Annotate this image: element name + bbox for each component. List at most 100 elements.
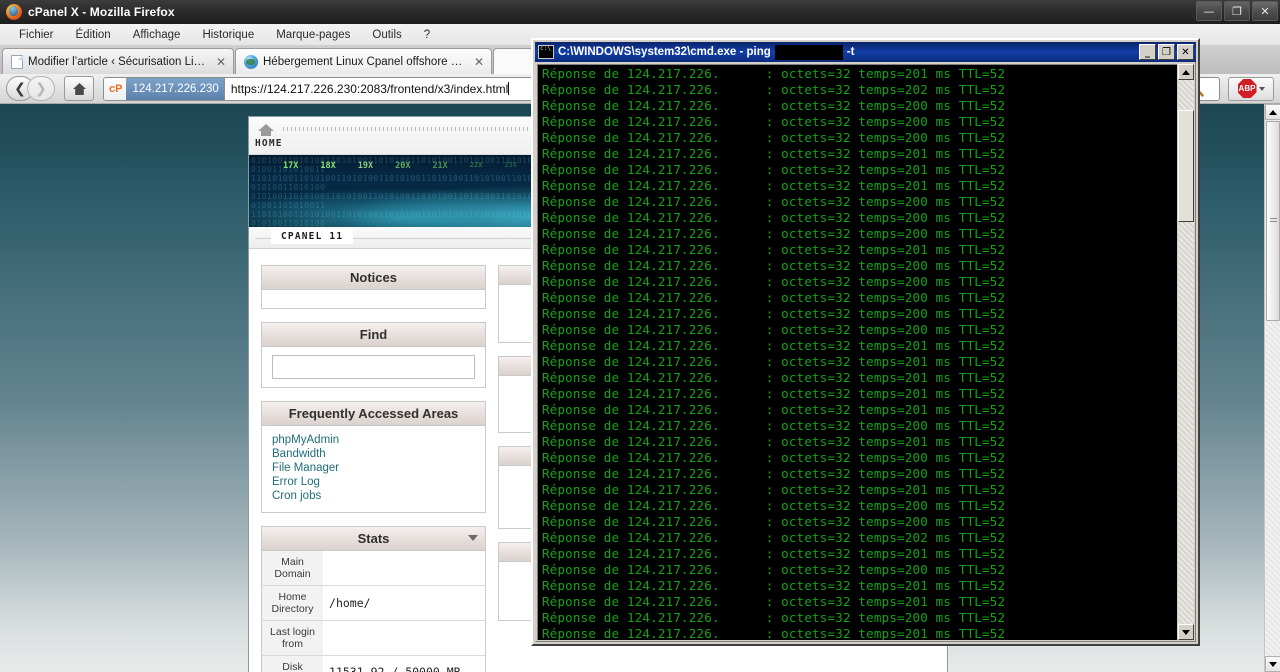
console-icon <box>538 45 554 59</box>
firefox-logo-icon <box>6 4 22 20</box>
cpanel-badge-icon: cP <box>104 78 126 100</box>
minimize-button[interactable]: — <box>1196 1 1222 21</box>
tab-label: Modifier l’article ‹ Sécurisation Linux … <box>28 56 209 68</box>
scrollbar-thumb[interactable] <box>1178 110 1194 222</box>
stats-box: Stats Main Domain Home Directory /home/ <box>261 526 486 672</box>
console-line: Réponse de 124.217.226.: octets=32 temps… <box>542 418 1177 434</box>
console-line: Réponse de 124.217.226.: octets=32 temps… <box>542 562 1177 578</box>
stats-label: Last login from <box>262 621 323 656</box>
menu-historique[interactable]: Historique <box>191 27 265 43</box>
stats-value <box>323 551 485 586</box>
table-row: Disk Space Usage 11531.92 / 50000 MB <box>262 656 485 672</box>
find-box: Find <box>261 322 486 388</box>
console-line: Réponse de 124.217.226.: octets=32 temps… <box>542 210 1177 226</box>
cmd-window-title: C:\WINDOWS\system32\cmd.exe - ping -t <box>558 45 854 60</box>
scroll-up-arrow-icon[interactable] <box>1265 104 1280 120</box>
cpanel-left-column: Notices Find Frequently Accessed Areas <box>261 265 486 672</box>
stats-title-label: Stats <box>358 531 390 546</box>
window-title: cPanel X - Mozilla Firefox <box>28 5 175 19</box>
menu-edition[interactable]: Édition <box>65 27 122 43</box>
menu-fichier[interactable]: Fichier <box>8 27 65 43</box>
console-line: Réponse de 124.217.226.: octets=32 temps… <box>542 402 1177 418</box>
stats-table: Main Domain Home Directory /home/ Last l… <box>262 551 485 672</box>
console-line: Réponse de 124.217.226.: octets=32 temps… <box>542 482 1177 498</box>
list-item[interactable]: phpMyAdmin <box>272 434 475 446</box>
link-file-manager[interactable]: File Manager <box>272 462 475 474</box>
close-icon[interactable]: ✕ <box>474 55 484 69</box>
scrollbar-grip <box>1270 218 1277 224</box>
cmd-window[interactable]: C:\WINDOWS\system32\cmd.exe - ping -t _ … <box>531 38 1200 646</box>
console-line: Réponse de 124.217.226.: octets=32 temps… <box>542 306 1177 322</box>
close-icon[interactable]: ✕ <box>216 55 226 69</box>
console-scrollbar[interactable] <box>1178 64 1194 640</box>
redacted-host-block <box>775 45 843 60</box>
chevron-down-icon[interactable] <box>1259 87 1265 91</box>
tab-cpanel-11[interactable]: CPANEL 11 <box>271 229 353 244</box>
url-input[interactable]: https://124.217.226.230:2083/frontend/x3… <box>225 82 509 96</box>
find-input[interactable] <box>272 355 475 379</box>
tab-hebergement-cpanel[interactable]: Hébergement Linux Cpanel offshore Shin..… <box>235 48 492 74</box>
console-line: Réponse de 124.217.226.: octets=32 temps… <box>542 354 1177 370</box>
page-scrollbar[interactable] <box>1264 104 1280 672</box>
notices-box: Notices <box>261 265 486 309</box>
find-title: Find <box>262 323 485 347</box>
list-item[interactable]: Error Log <box>272 476 475 488</box>
home-icon[interactable] <box>257 123 275 137</box>
scroll-down-arrow-icon[interactable] <box>1178 624 1194 640</box>
breadcrumb-home-label[interactable]: HOME <box>255 138 283 149</box>
scroll-up-arrow-icon[interactable] <box>1178 64 1194 80</box>
console-line: Réponse de 124.217.226.: octets=32 temps… <box>542 242 1177 258</box>
console-line: Réponse de 124.217.226.: octets=32 temps… <box>542 594 1177 610</box>
cmd-titlebar[interactable]: C:\WINDOWS\system32\cmd.exe - ping -t _ … <box>535 42 1196 62</box>
console-line: Réponse de 124.217.226.: octets=32 temps… <box>542 498 1177 514</box>
scroll-down-arrow-icon[interactable] <box>1265 656 1280 672</box>
link-phpmyadmin[interactable]: phpMyAdmin <box>272 434 475 446</box>
maximize-button[interactable]: ❐ <box>1158 44 1175 60</box>
site-identity-box[interactable]: cP 124.217.226.230 <box>104 78 225 100</box>
stats-value-cell: 11531.92 / 50000 MB <box>323 656 485 672</box>
link-cron-jobs[interactable]: Cron jobs <box>272 490 475 502</box>
list-item[interactable]: Cron jobs <box>272 490 475 502</box>
menu-affichage[interactable]: Affichage <box>122 27 192 43</box>
home-icon[interactable] <box>64 76 94 101</box>
close-button[interactable]: ✕ <box>1177 44 1194 60</box>
list-item[interactable]: Bandwidth <box>272 448 475 460</box>
frequently-accessed-box: Frequently Accessed Areas phpMyAdmin Ban… <box>261 401 486 513</box>
console-line: Réponse de 124.217.226.: octets=32 temps… <box>542 178 1177 194</box>
firefox-titlebar: cPanel X - Mozilla Firefox — ❐ ✕ <box>0 0 1280 24</box>
adblock-plus-button[interactable]: ABP <box>1228 77 1274 101</box>
find-body <box>262 347 485 387</box>
link-bandwidth[interactable]: Bandwidth <box>272 448 475 460</box>
list-item[interactable]: File Manager <box>272 462 475 474</box>
menu-marque-pages[interactable]: Marque-pages <box>265 27 361 43</box>
console-line: Réponse de 124.217.226.: octets=32 temps… <box>542 610 1177 626</box>
menu-outils[interactable]: Outils <box>361 27 412 43</box>
close-button[interactable]: ✕ <box>1252 1 1278 21</box>
chevron-down-icon[interactable] <box>468 535 478 541</box>
scrollbar-thumb[interactable] <box>1266 121 1280 321</box>
maximize-button[interactable]: ❐ <box>1224 1 1250 21</box>
console-line: Réponse de 124.217.226.: octets=32 temps… <box>542 82 1177 98</box>
tab-label: Hébergement Linux Cpanel offshore Shin..… <box>263 56 467 68</box>
banner-number: 17X <box>283 161 298 171</box>
stats-label: Main Domain <box>262 551 323 586</box>
banner-numbers: 17X 18X 19X 20X 21X 22X 23X 24X <box>283 161 552 171</box>
minimize-button[interactable]: _ <box>1139 44 1156 60</box>
console-line: Réponse de 124.217.226.: octets=32 temps… <box>542 578 1177 594</box>
link-error-log[interactable]: Error Log <box>272 476 475 488</box>
cmd-title-suffix: -t <box>847 46 855 58</box>
tab-modifier-article[interactable]: Modifier l’article ‹ Sécurisation Linux … <box>2 48 234 74</box>
menu-help[interactable]: ? <box>413 27 441 43</box>
table-row: Main Domain <box>262 551 485 586</box>
console-line: Réponse de 124.217.226.: octets=32 temps… <box>542 130 1177 146</box>
forward-arrow-icon[interactable]: ❯ <box>27 76 55 101</box>
console-line: Réponse de 124.217.226.: octets=32 temps… <box>542 322 1177 338</box>
frequently-accessed-list: phpMyAdmin Bandwidth File Manager Error … <box>272 434 475 502</box>
banner-number: 19X <box>358 161 373 171</box>
adblock-plus-icon: ABP <box>1238 79 1257 98</box>
console-line: Réponse de 124.217.226.: octets=32 temps… <box>542 162 1177 178</box>
notices-title: Notices <box>262 266 485 290</box>
console-output[interactable]: Réponse de 124.217.226.: octets=32 temps… <box>537 64 1177 640</box>
console-line: Réponse de 124.217.226.: octets=32 temps… <box>542 530 1177 546</box>
document-icon <box>11 55 23 69</box>
